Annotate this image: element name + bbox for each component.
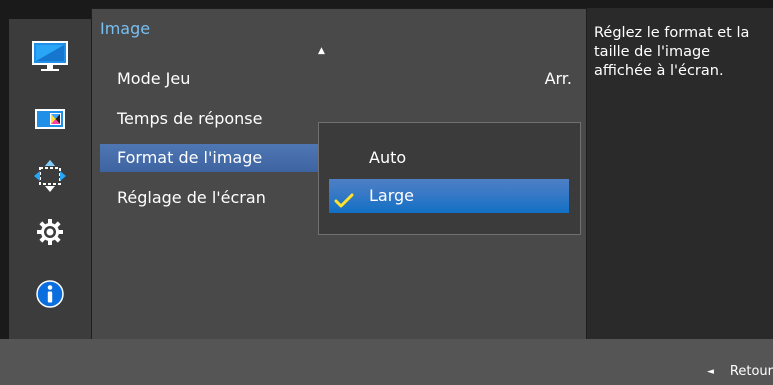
menu-item-label: Temps de réponse <box>117 109 263 128</box>
option-auto[interactable]: Auto <box>329 141 569 175</box>
info-icon[interactable] <box>36 280 64 312</box>
help-text: Réglez le format et la taille de l'image… <box>594 25 750 79</box>
menu-item-temps-de-reponse[interactable]: Temps de réponse <box>100 105 320 133</box>
menu-item-mode-jeu[interactable]: Mode Jeu <box>100 65 320 93</box>
menu-item-label: Format de l'image <box>117 148 263 167</box>
settings-gear-icon[interactable] <box>37 219 63 249</box>
menu-item-format-de-l-image[interactable]: Format de l'image <box>100 144 328 172</box>
menu-item-reglage-de-l-ecran[interactable]: Réglage de l'écran <box>100 184 320 212</box>
sidebar <box>9 19 91 339</box>
color-icon[interactable] <box>35 109 65 133</box>
picture-icon[interactable] <box>32 41 68 77</box>
checkmark-icon <box>334 187 354 221</box>
left-arrow-icon: ◄ <box>706 367 714 377</box>
format-options-dropdown: Auto Large <box>318 122 581 235</box>
panel-title: Image <box>100 19 151 38</box>
option-large[interactable]: Large <box>329 179 569 213</box>
menu-item-label: Réglage de l'écran <box>117 188 266 207</box>
menu-item-label: Mode Jeu <box>117 69 191 88</box>
back-label: Retour <box>729 364 773 379</box>
option-label: Auto <box>369 148 407 167</box>
help-panel: Réglez le format et la taille de l'image… <box>587 8 773 339</box>
size-position-icon[interactable] <box>33 159 67 197</box>
back-button[interactable]: ◄ Retour <box>707 364 773 382</box>
mode-jeu-value: Arr. <box>544 69 572 88</box>
bottom-bar <box>0 339 773 385</box>
scroll-up-arrow-icon[interactable]: ▲ <box>318 46 325 56</box>
option-label: Large <box>369 186 415 205</box>
